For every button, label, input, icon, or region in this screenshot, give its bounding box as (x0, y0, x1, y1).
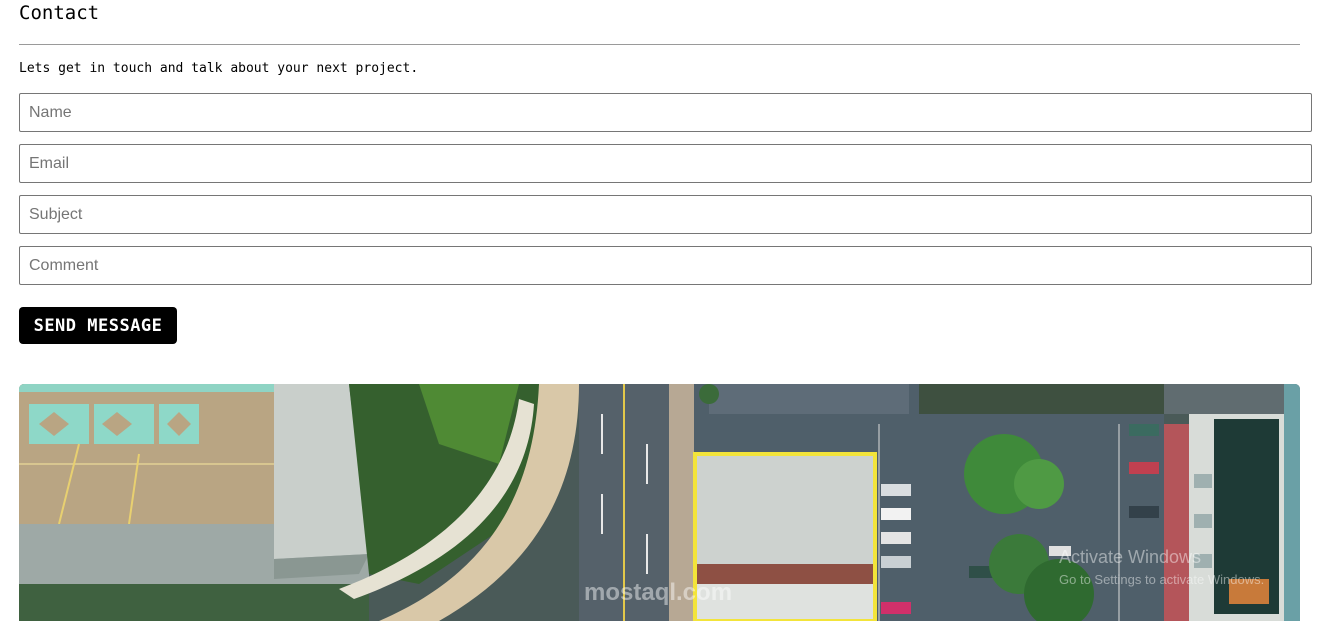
activate-windows-title: Activate Windows (1059, 547, 1202, 567)
subject-input[interactable] (19, 195, 1312, 234)
intro-text: Lets get in touch and talk about your ne… (19, 61, 419, 76)
page-title: Contact (19, 2, 100, 24)
send-message-button[interactable]: SEND MESSAGE (19, 307, 177, 344)
aerial-city-image: mostaql.com Activate Windows Go to Setti… (19, 384, 1300, 621)
activate-windows-subtitle: Go to Settings to activate Windows. (1059, 572, 1265, 587)
watermark-text: mostaql.com (584, 579, 733, 606)
title-divider (19, 44, 1300, 45)
name-input[interactable] (19, 93, 1312, 132)
comment-input[interactable] (19, 246, 1312, 285)
email-input[interactable] (19, 144, 1312, 183)
